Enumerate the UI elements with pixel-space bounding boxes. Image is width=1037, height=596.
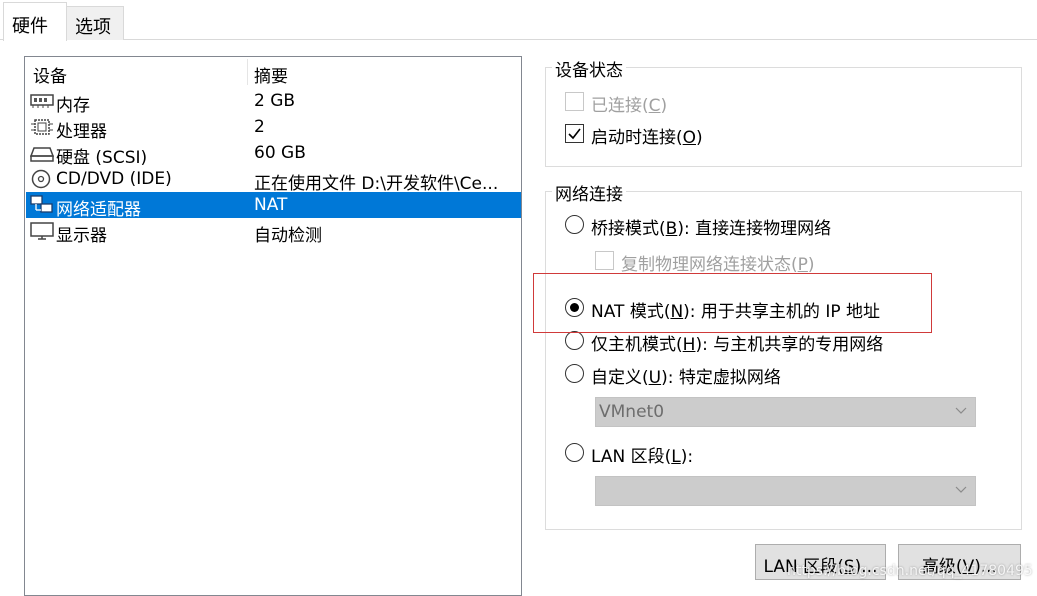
device-summary: 自动检测 — [254, 226, 322, 246]
device-summary: NAT — [254, 195, 288, 215]
display-icon — [30, 221, 54, 241]
custom-network-value: VMnet0 — [599, 402, 665, 422]
custom-network-select[interactable]: VMnet0 — [595, 397, 976, 427]
device-row-hard-disk[interactable]: 硬盘 (SCSI) 60 GB — [26, 140, 521, 168]
radio-circle[interactable] — [565, 215, 584, 234]
radio-circle[interactable] — [565, 364, 584, 383]
device-name: 处理器 — [56, 122, 107, 142]
device-row-memory[interactable]: 内存 2 GB — [26, 88, 521, 116]
device-name: CD/DVD (IDE) — [56, 169, 172, 189]
custom-label: 自定义(U): 特定虚拟网络 — [591, 368, 781, 388]
nat-highlight-box — [533, 273, 932, 333]
tab-options[interactable]: 选项 — [66, 6, 124, 40]
device-name: 硬盘 (SCSI) — [56, 148, 148, 168]
device-summary: 2 — [254, 117, 265, 137]
lan-segment-select[interactable] — [595, 476, 976, 506]
device-status-group: 设备状态 — [545, 56, 1022, 167]
replicate-state-label: 复制物理网络连接状态(P) — [621, 255, 815, 275]
processor-icon — [30, 117, 54, 137]
device-status-title: 设备状态 — [552, 56, 626, 81]
checkmark-icon — [568, 128, 581, 140]
checkbox-box[interactable] — [565, 92, 584, 111]
hard-disk-icon — [29, 143, 55, 163]
checkbox-box[interactable] — [595, 251, 614, 270]
device-row-processor[interactable]: 处理器 2 — [26, 114, 521, 142]
radio-circle[interactable] — [565, 331, 584, 350]
device-name: 内存 — [56, 96, 90, 116]
column-separator[interactable] — [247, 59, 248, 85]
checkbox-box[interactable] — [565, 124, 584, 143]
bridged-label: 桥接模式(B): 直接连接物理网络 — [591, 219, 832, 239]
device-row-display[interactable]: 显示器 自动检测 — [26, 218, 521, 246]
cd-dvd-icon — [30, 169, 54, 189]
memory-icon — [30, 91, 54, 111]
chevron-down-icon — [955, 486, 967, 493]
device-name: 显示器 — [56, 226, 107, 246]
device-list-header: 设备 摘要 — [25, 57, 521, 87]
watermark: https://blog.csdn.net/qq_41780495 — [787, 563, 1033, 579]
network-adapter-icon — [30, 195, 54, 215]
tab-hardware[interactable]: 硬件 — [3, 2, 67, 41]
network-connection-title: 网络连接 — [552, 180, 626, 205]
lan-segment-label: LAN 区段(L): — [591, 447, 694, 467]
connected-label: 已连接(C) — [591, 96, 668, 116]
tab-strip: 选项 硬件 — [0, 0, 1037, 41]
connect-at-power-on-label: 启动时连接(O) — [591, 128, 703, 148]
host-only-label: 仅主机模式(H): 与主机共享的专用网络 — [591, 335, 884, 355]
device-summary: 2 GB — [254, 91, 296, 111]
column-header-summary[interactable]: 摘要 — [254, 62, 288, 87]
device-list[interactable]: 设备 摘要 内存 2 GB 处理器 2 硬盘 (SCSI) 60 GB CD/D… — [24, 56, 522, 596]
column-header-device[interactable]: 设备 — [33, 62, 67, 87]
device-summary: 60 GB — [254, 143, 306, 163]
device-summary: 正在使用文件 D:\开发软件\Ce... — [254, 174, 499, 194]
device-name: 网络适配器 — [56, 200, 141, 220]
device-row-network-adapter[interactable]: 网络适配器 NAT — [26, 192, 521, 220]
device-row-cd-dvd[interactable]: CD/DVD (IDE) 正在使用文件 D:\开发软件\Ce... — [26, 166, 521, 194]
radio-circle[interactable] — [565, 443, 584, 462]
chevron-down-icon — [955, 407, 967, 414]
